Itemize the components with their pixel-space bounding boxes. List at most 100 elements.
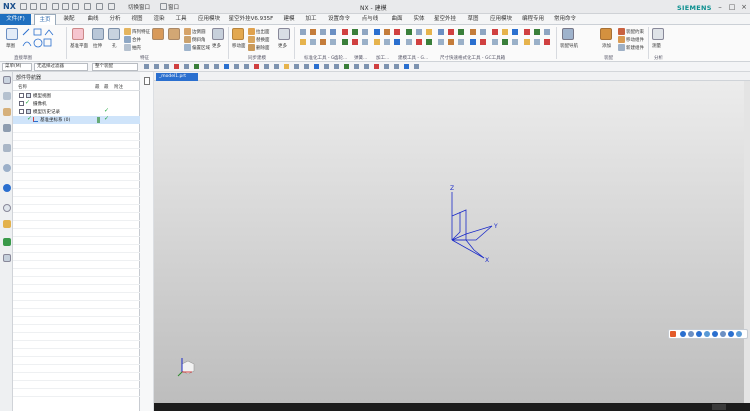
tab-application[interactable]: 应用模块 xyxy=(194,14,224,25)
ime-keyboard-icon[interactable] xyxy=(712,331,718,337)
selection-tools[interactable] xyxy=(142,63,742,71)
move-component-icon[interactable] xyxy=(618,36,625,43)
tab-application-2[interactable]: 应用模块 xyxy=(486,14,516,25)
tab-modeling[interactable]: 建模 xyxy=(278,14,300,25)
visibility-check-icon[interactable]: ✓ xyxy=(27,115,32,122)
ime-toolbox-icon[interactable] xyxy=(728,331,734,337)
tab-home[interactable]: 主页 xyxy=(34,14,56,25)
move-face-icon[interactable] xyxy=(232,28,244,40)
paste-icon[interactable] xyxy=(72,3,79,10)
offset-region-icon[interactable] xyxy=(184,44,191,51)
process-studio-tab-icon[interactable] xyxy=(3,254,11,262)
file-menu-tab[interactable]: 文件(F) xyxy=(0,14,31,25)
assembly-navigator-icon[interactable] xyxy=(562,28,574,40)
constraint-navigator-tab-icon[interactable] xyxy=(3,108,11,116)
minimize-icon[interactable]: – xyxy=(716,3,724,11)
chamfer-big-icon[interactable] xyxy=(168,28,180,40)
toolbox-icon-grid[interactable] xyxy=(298,27,558,53)
ime-menu-icon[interactable] xyxy=(736,331,742,337)
edge-blend-icon[interactable] xyxy=(152,28,164,40)
tree-row-model-views[interactable]: 模型视图 xyxy=(13,92,140,100)
ime-skin-icon[interactable] xyxy=(720,331,726,337)
delete-face-icon[interactable] xyxy=(248,44,255,51)
tab-programming[interactable]: 编程专用 xyxy=(518,14,548,25)
edge-blend-small-icon[interactable] xyxy=(184,28,191,35)
ime-emoji-icon[interactable] xyxy=(696,331,702,337)
assembly-constraints-icon[interactable] xyxy=(618,28,625,35)
window-icon[interactable] xyxy=(108,3,115,10)
column-latest-2[interactable]: 最 xyxy=(104,84,109,90)
viewport-scrollbar[interactable] xyxy=(744,81,750,403)
ime-chinese-icon[interactable] xyxy=(680,331,686,337)
column-note[interactable]: 附注 xyxy=(114,84,123,90)
more-sync-icon[interactable] xyxy=(278,28,290,40)
unite-icon[interactable] xyxy=(124,36,131,43)
selection-scope-dropdown[interactable]: 整个装配 xyxy=(92,63,138,71)
collapse-icon[interactable] xyxy=(19,109,24,114)
roles-tab-icon[interactable] xyxy=(3,238,11,246)
tab-solid[interactable]: 实体 xyxy=(408,14,430,25)
add-component-icon[interactable] xyxy=(600,28,612,40)
expand-icon[interactable] xyxy=(19,93,24,98)
sogou-logo-icon[interactable] xyxy=(670,331,676,337)
column-name[interactable]: 名称 xyxy=(18,84,27,90)
tab-render[interactable]: 渲染 xyxy=(148,14,170,25)
sketch-icon[interactable] xyxy=(6,28,18,40)
tray-icon[interactable] xyxy=(712,404,726,410)
web-browser-tab-icon[interactable] xyxy=(3,164,11,172)
tab-surface[interactable]: 曲面 xyxy=(386,14,408,25)
redo-icon[interactable] xyxy=(40,3,47,10)
extrude-icon[interactable] xyxy=(92,28,104,40)
sketch-curve-tools[interactable] xyxy=(22,28,54,48)
tab-view[interactable]: 视图 xyxy=(126,14,148,25)
window-menu-button[interactable]: 窗口 xyxy=(168,3,179,11)
assembly-navigator-tab-icon[interactable] xyxy=(3,92,11,100)
tab-tools[interactable]: 工具 xyxy=(170,14,192,25)
document-icon[interactable] xyxy=(144,77,150,85)
replace-face-icon[interactable] xyxy=(248,36,255,43)
hole-icon[interactable] xyxy=(108,28,120,40)
copy-icon[interactable] xyxy=(62,3,69,10)
type-filter-dropdown[interactable]: 无选择过滤器 xyxy=(34,63,88,71)
ime-voice-icon[interactable] xyxy=(704,331,710,337)
measure-icon[interactable] xyxy=(652,28,664,40)
more-features-icon[interactable] xyxy=(212,28,224,40)
system-materials-tab-icon[interactable] xyxy=(3,220,11,228)
tree-row-cameras[interactable]: ✓ 摄像机 xyxy=(13,99,140,108)
maximize-icon[interactable]: □ xyxy=(728,3,736,11)
new-component-icon[interactable] xyxy=(618,44,625,51)
ime-punctuation-icon[interactable] xyxy=(688,331,694,337)
tab-assembly[interactable]: 装配 xyxy=(58,14,80,25)
document-tab[interactable]: _model1.prt xyxy=(156,73,198,81)
tab-point-line[interactable]: 点与线 xyxy=(356,14,384,25)
tab-common[interactable]: 常用命令 xyxy=(550,14,580,25)
switch-window-button[interactable]: 切换窗口 xyxy=(128,3,150,11)
history-tab-icon[interactable] xyxy=(3,184,11,192)
touch-icon[interactable] xyxy=(96,3,103,10)
undo-icon[interactable] xyxy=(30,3,37,10)
tab-settings[interactable]: 设置命令 xyxy=(324,14,354,25)
repeat-icon[interactable] xyxy=(84,3,91,10)
clock-tab-icon[interactable] xyxy=(3,204,11,212)
expand-icon[interactable] xyxy=(19,101,24,106)
pull-face-icon[interactable] xyxy=(248,28,255,35)
chamfer-icon[interactable] xyxy=(184,36,191,43)
tree-row-model-history[interactable]: 模型历史记录 ✓ xyxy=(13,107,140,116)
pattern-feature-icon[interactable] xyxy=(124,28,131,35)
menu-dropdown[interactable]: 菜单(M) xyxy=(2,63,32,71)
tab-sketch[interactable]: 草图 xyxy=(462,14,484,25)
tab-xk-plugin[interactable]: 星空外挂 xyxy=(430,14,460,25)
reuse-library-tab-icon[interactable] xyxy=(3,144,11,152)
part-navigator-tab-icon[interactable] xyxy=(3,76,11,84)
part-tab-icon[interactable] xyxy=(3,124,11,132)
datum-plane-icon[interactable] xyxy=(72,28,84,40)
datum-coordinate-system[interactable]: Z Y X xyxy=(440,182,500,264)
view-triad[interactable] xyxy=(174,356,198,378)
tab-machining[interactable]: 加工 xyxy=(300,14,322,25)
tree-row-datum-csys[interactable]: ✓ 基准坐标系 (0) ✓ xyxy=(13,115,140,124)
tab-analysis[interactable]: 分析 xyxy=(104,14,126,25)
close-icon[interactable]: × xyxy=(740,3,748,11)
column-latest[interactable]: 最 xyxy=(95,84,100,90)
save-icon[interactable] xyxy=(20,3,27,10)
tab-xk-plugin-v6[interactable]: 星空外挂V6.935F xyxy=(228,14,274,25)
